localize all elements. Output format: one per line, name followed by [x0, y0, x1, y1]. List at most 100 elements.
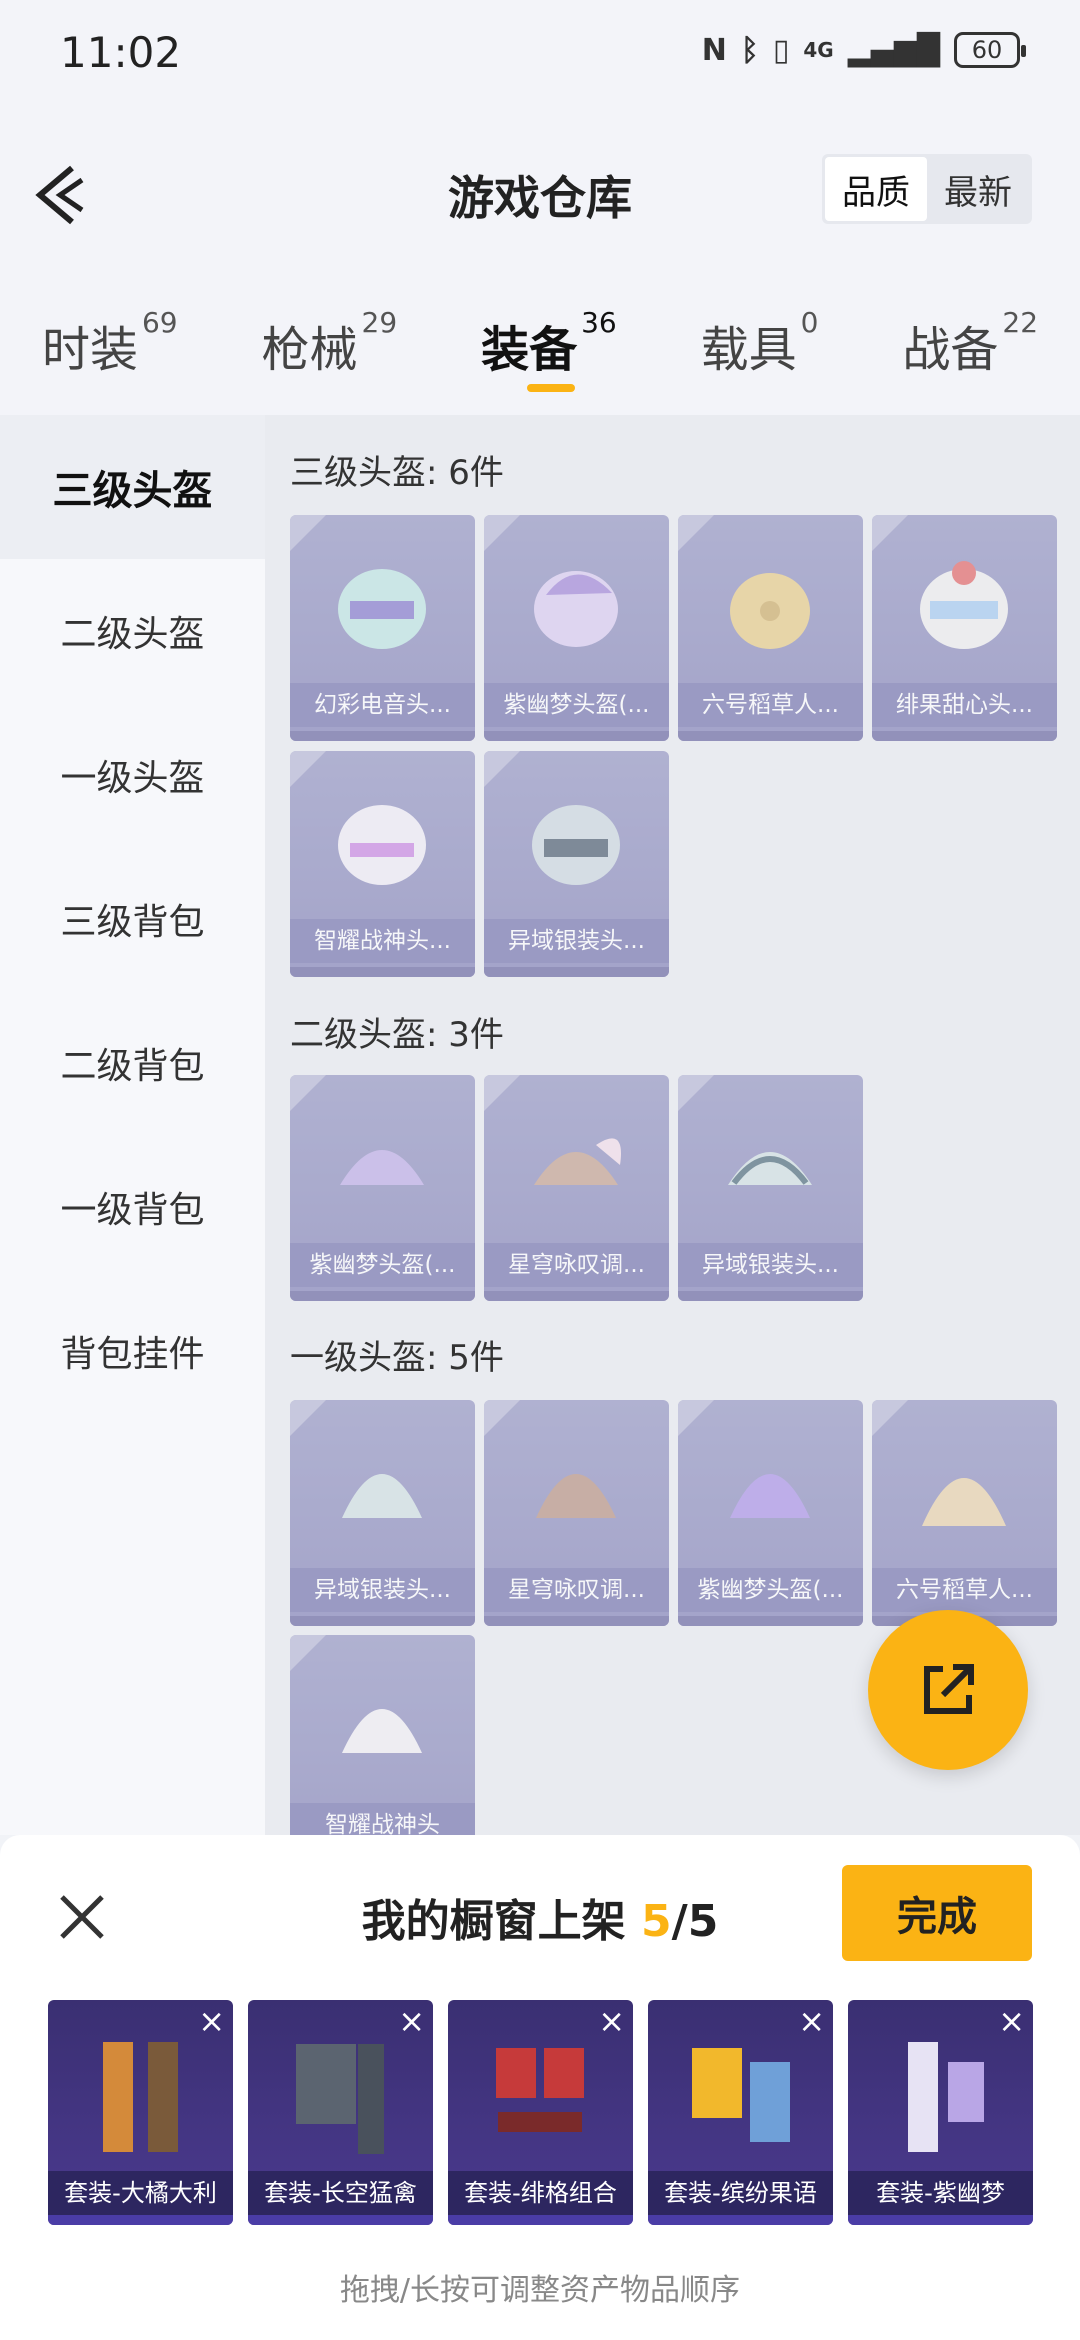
shelf-item-name: 套装-大橘大利: [48, 2171, 233, 2215]
item-card[interactable]: 幻彩电音头...: [290, 515, 475, 741]
vibrate-icon: ▯: [772, 32, 790, 68]
sort-option-latest[interactable]: 最新: [927, 157, 1029, 221]
helmet-icon: [340, 1150, 424, 1185]
tab-count: 36: [581, 306, 617, 339]
item-card[interactable]: 智耀战神头...: [290, 751, 475, 977]
shelf-count-current: 5: [641, 1896, 672, 1947]
network-label: 4G: [803, 38, 834, 62]
outfit-icon: [692, 2048, 790, 2142]
check-corner: [484, 1075, 520, 1111]
header: 游戏仓库 品质 最新: [0, 110, 1080, 270]
tab-battle-gear[interactable]: 战备 22: [902, 306, 1038, 380]
item-name: 异域银装头...: [484, 919, 669, 963]
rarity-bar: [678, 1291, 863, 1301]
check-corner: [290, 1635, 326, 1671]
shelf-items: × 套装-大橘大利 × 套装-长空猛禽 × 套装-绯格组合 × 套装-缤纷果语 …: [48, 2000, 1033, 2225]
item-card[interactable]: 星穹咏叹调...: [484, 1075, 669, 1301]
item-card[interactable]: 紫幽梦头盔(...: [290, 1075, 475, 1301]
item-name: 异域银装头...: [678, 1243, 863, 1287]
shelf-item[interactable]: × 套装-缤纷果语: [648, 2000, 833, 2225]
shelf-item-name: 套装-长空猛禽: [248, 2171, 433, 2215]
tab-label: 战备: [902, 322, 999, 378]
rarity-bar: [648, 2215, 833, 2225]
helmet-icon: [536, 1474, 616, 1518]
share-button[interactable]: [868, 1610, 1028, 1770]
sidebar-item-level1-helmet[interactable]: 一级头盔: [0, 703, 265, 847]
item-card[interactable]: 六号稻草人...: [678, 515, 863, 741]
shelf-item-name: 套装-绯格组合: [448, 2171, 633, 2215]
tab-count: 22: [1002, 306, 1039, 339]
showcase-shelf: 我的橱窗上架 5/5 完成 × 套装-大橘大利 × 套装-长空猛禽 × 套装-绯…: [0, 1835, 1080, 2340]
tab-guns[interactable]: 枪械 29: [262, 306, 398, 380]
bluetooth-icon: ᛒ: [740, 32, 759, 68]
shelf-item[interactable]: × 套装-大橘大利: [48, 2000, 233, 2225]
item-card[interactable]: 紫幽梦头盔(...: [678, 1400, 863, 1626]
check-corner: [290, 515, 326, 551]
item-name: 智耀战神头: [290, 1803, 475, 1835]
sort-option-quality[interactable]: 品质: [825, 157, 927, 221]
tab-vehicles[interactable]: 载具 0: [700, 306, 819, 380]
section-title: 二级头盔: 3件: [290, 1015, 504, 1055]
check-corner: [290, 1400, 326, 1436]
tab-label: 载具: [700, 322, 797, 378]
rarity-bar: [290, 967, 475, 977]
item-card[interactable]: 星穹咏叹调...: [484, 1400, 669, 1626]
rarity-bar: [872, 731, 1057, 741]
item-card[interactable]: 异域银装头...: [290, 1400, 475, 1626]
outfit-icon: [296, 2044, 384, 2154]
sidebar-item-level1-backpack[interactable]: 一级背包: [0, 1135, 265, 1279]
helmet-icon: [730, 573, 810, 649]
tab-count: 0: [800, 306, 819, 339]
done-button[interactable]: 完成: [842, 1865, 1032, 1961]
shelf-item[interactable]: × 套装-长空猛禽: [248, 2000, 433, 2225]
rarity-bar: [290, 731, 475, 741]
item-card[interactable]: 六号稻草人...: [872, 1400, 1057, 1626]
sidebar-item-level3-helmet[interactable]: 三级头盔: [0, 415, 265, 559]
rarity-bar: [48, 2215, 233, 2225]
helmet-icon: [342, 1709, 422, 1753]
check-corner: [678, 1075, 714, 1111]
shelf-count-max: 5: [687, 1896, 719, 1947]
share-icon: [924, 1664, 974, 1714]
shelf-item[interactable]: × 套装-绯格组合: [448, 2000, 633, 2225]
status-icons: N ᛒ ▯ 4G ▂▄▆█ 60: [702, 32, 1026, 68]
sidebar-item-backpack-charm[interactable]: 背包挂件: [0, 1279, 265, 1423]
check-corner: [484, 751, 520, 787]
item-name: 异域银装头...: [290, 1568, 475, 1612]
sidebar-item-level3-backpack[interactable]: 三级背包: [0, 847, 265, 991]
sidebar-item-level2-backpack[interactable]: 二级背包: [0, 991, 265, 1135]
item-name: 六号稻草人...: [872, 1568, 1057, 1612]
helmet-icon: [534, 1138, 621, 1185]
item-name: 幻彩电音头...: [290, 683, 475, 727]
item-card[interactable]: 紫幽梦头盔(...: [484, 515, 669, 741]
sort-toggle[interactable]: 品质 最新: [822, 154, 1032, 224]
rarity-bar: [484, 1616, 669, 1626]
check-corner: [290, 751, 326, 787]
rarity-bar: [290, 1291, 475, 1301]
helmet-icon: [728, 1152, 812, 1185]
item-name: 六号稻草人...: [678, 683, 863, 727]
shelf-hint: 拖拽/长按可调整资产物品顺序: [339, 2273, 741, 2308]
sidebar-item-level2-helmet[interactable]: 二级头盔: [0, 559, 265, 703]
outfit-icon: [496, 2048, 584, 2132]
sidebar: 三级头盔 二级头盔 一级头盔 三级背包 二级背包 一级背包 背包挂件: [0, 415, 265, 1835]
check-corner: [678, 1400, 714, 1436]
tab-equipment[interactable]: 装备 36: [481, 306, 617, 392]
shelf-item[interactable]: × 套装-紫幽梦: [848, 2000, 1033, 2225]
rarity-bar: [248, 2215, 433, 2225]
helmet-icon: [920, 561, 1008, 649]
item-card[interactable]: 异域银装头...: [484, 751, 669, 977]
helmet-icon: [532, 805, 620, 885]
helmet-icon: [534, 571, 618, 647]
item-card[interactable]: 智耀战神头: [290, 1635, 475, 1835]
battery-level: 60: [971, 36, 1003, 64]
check-corner: [872, 515, 908, 551]
shelf-title-text: 我的橱窗上架: [361, 1896, 626, 1947]
check-corner: [872, 1400, 908, 1436]
tab-fashion[interactable]: 时装 69: [42, 306, 178, 380]
item-card[interactable]: 绯果甜心头...: [872, 515, 1057, 741]
helmet-icon: [922, 1478, 1006, 1526]
rarity-bar: [678, 1616, 863, 1626]
check-corner: [290, 1075, 326, 1111]
item-card[interactable]: 异域银装头...: [678, 1075, 863, 1301]
